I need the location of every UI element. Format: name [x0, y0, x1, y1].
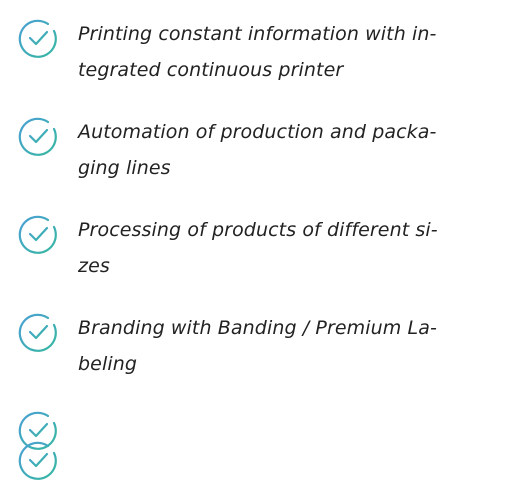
feature-text-line: Branding with Banding / Premium La- [78, 317, 437, 339]
feature-item: Branding with Banding / Premium La- beli… [18, 308, 500, 406]
feature-list: Printing constant information with in- t… [18, 14, 500, 480]
feature-text-line: Processing of products of different si- [78, 219, 438, 241]
feature-text-line: beling [78, 353, 138, 375]
feature-text: Branding with Banding / Premium La- beli… [78, 310, 498, 382]
feature-item-empty [18, 436, 500, 480]
feature-item: Printing constant information with in- t… [18, 14, 500, 112]
feature-text-line: zes [78, 255, 110, 277]
feature-text-line: Automation of production and packa- [78, 121, 437, 143]
feature-text: Printing constant information with in- t… [78, 16, 498, 88]
feature-item: Automation of production and packa- ging… [18, 112, 500, 210]
feature-text: Automation of production and packa- ging… [78, 114, 498, 186]
check-circle-icon [18, 214, 58, 254]
check-circle-icon [18, 18, 58, 58]
feature-text-line: ging lines [78, 157, 171, 179]
feature-text-line: tegrated continuous printer [78, 59, 344, 81]
check-circle-icon [18, 116, 58, 156]
feature-item: Processing of products of different si- … [18, 210, 500, 308]
check-circle-icon [18, 440, 58, 480]
check-circle-icon [18, 312, 58, 352]
feature-text-line: Printing constant information with in- [78, 23, 437, 45]
feature-item-empty [18, 406, 500, 450]
feature-text: Processing of products of different si- … [78, 212, 498, 284]
